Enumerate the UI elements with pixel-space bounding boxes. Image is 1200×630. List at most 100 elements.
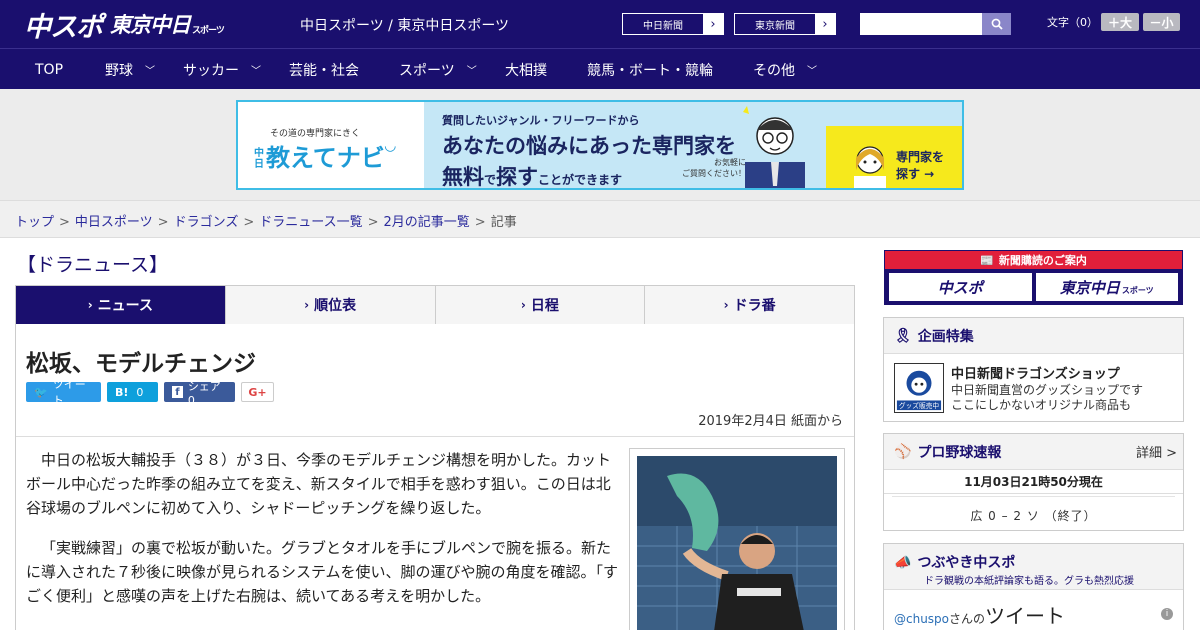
tweet-label: ツイート	[52, 378, 86, 407]
nav-item-racing[interactable]: 競馬・ボート・競輪	[587, 49, 713, 90]
ad-brand-small: 中日	[254, 148, 264, 170]
breadcrumb-separator: >	[59, 215, 70, 230]
nav-label: その他	[753, 62, 795, 79]
tweet-header: 📣 つぶやき中スポ ドラ観戦の本紙評論家も語る。グラも熱烈応援	[884, 544, 1183, 590]
breadcrumb-separator: >	[157, 215, 169, 230]
tab-standings[interactable]: › 順位表	[226, 286, 436, 324]
nav-item-entertainment[interactable]: 芸能・社会	[289, 49, 359, 90]
tab-label: ニュース	[97, 298, 153, 314]
ad-cta-line-2: 探す →	[896, 167, 935, 181]
shop-desc-line-2: ここにしかないオリジナル商品も	[951, 398, 1132, 412]
subscribe-tokyo-link[interactable]: 東京中日 スポーツ	[1035, 273, 1178, 301]
tweet-box: 📣 つぶやき中スポ ドラ観戦の本紙評論家も語る。グラも熱烈応援 @chuspoさん…	[883, 543, 1184, 630]
oshiete-navi-ad-banner[interactable]: その道の専門家にきく 中日教えてナビ◡ 質問したいジャンル・フリーワードから あ…	[236, 100, 964, 190]
tab-reporter[interactable]: › ドラ番	[645, 286, 854, 324]
article-paragraph: 「実戦練習」の裏で松坂が動いた。グラブとタオルを手にブルペンで腕を振る。新たに導…	[26, 539, 619, 605]
facebook-share-button[interactable]: f シェア 0	[164, 380, 235, 407]
breadcrumb-link[interactable]: トップ	[15, 215, 54, 230]
article-paragraph: 中日の松坂大輔投手（３８）が３日、今季のモデルチェンジ構想を明かした。カットボー…	[26, 451, 612, 517]
chevron-down-icon: ﹀	[251, 66, 261, 77]
tweet-feed-heading: @chuspoさんのツイート	[894, 600, 1065, 629]
tab-label: ドラ番	[733, 298, 776, 314]
baseball-icon: ⚾	[894, 443, 912, 460]
article-date: 2019年2月4日 紙面から	[698, 414, 843, 429]
font-size-increase-button[interactable]: ＋大	[1101, 13, 1139, 31]
share-buttons: 🐦 ツイート B! 0 f シェア 0 G+	[26, 378, 274, 407]
nav-item-top[interactable]: TOP	[35, 49, 63, 90]
nav-label: TOP	[35, 61, 64, 78]
article-photo[interactable]	[637, 456, 837, 630]
article-photo-frame	[629, 448, 845, 630]
subscribe-chuspo-link[interactable]: 中スポ	[889, 273, 1032, 301]
google-plus-button[interactable]: G+	[241, 382, 274, 402]
nav-item-sumo[interactable]: 大相撲	[505, 49, 547, 90]
subscription-title: 新聞購読のご案内	[998, 254, 1087, 267]
ad-copy-line-2: あなたの悩みにあった専門家を	[442, 134, 736, 158]
ad-brand: 中日教えてナビ◡	[254, 138, 396, 173]
facebook-label: シェア 0	[187, 379, 221, 407]
nav-item-sports[interactable]: スポーツ ﹀	[399, 49, 477, 90]
tab-schedule[interactable]: › 日程	[436, 286, 646, 324]
tokyo-logo-suffix: スポーツ	[192, 25, 225, 36]
nav-label: サッカー	[183, 62, 239, 79]
nav-item-baseball[interactable]: 野球 ﹀	[105, 49, 155, 90]
breadcrumb-link[interactable]: 中日スポーツ	[75, 215, 153, 230]
breadcrumb-link[interactable]: 2月の記事一覧	[384, 215, 470, 230]
ad-can: ことができます	[538, 173, 623, 187]
chevron-right-icon: ›	[520, 298, 526, 312]
article-title: 松坂、モデルチェンジ	[26, 351, 256, 377]
font-size-decrease-button[interactable]: －小	[1143, 13, 1180, 31]
speech-bubble-icon: ◡	[384, 138, 396, 154]
breadcrumb-link[interactable]: ドラゴンズ	[174, 215, 239, 230]
twitter-icon: 🐦	[34, 385, 48, 399]
nav-label: 野球	[105, 62, 133, 79]
tokyo-logo-text: 東京中日	[110, 13, 191, 37]
tab-label: 日程	[530, 298, 559, 314]
search-button[interactable]	[982, 13, 1011, 35]
article-divider	[16, 436, 854, 437]
subscribe-tokyo-suffix: スポーツ	[1121, 285, 1154, 295]
chunichi-newspaper-link[interactable]: 中日新聞 ›	[622, 13, 724, 35]
shop-title[interactable]: 中日新聞ドラゴンズショップ	[951, 363, 1120, 382]
dragons-shop-thumbnail[interactable]: グッズ販売中	[894, 363, 944, 413]
article: 松坂、モデルチェンジ 🐦 ツイート B! 0 f シェア 0 G+ 2019年2月4日…	[15, 324, 855, 630]
feature-box: 🎗 企画特集 グッズ販売中 中日新聞ドラゴンズショップ 中日新聞直営のグッズショッ…	[883, 317, 1184, 422]
ad-cta[interactable]: 専門家を 探す →	[826, 126, 962, 188]
chevron-right-icon: ›	[815, 14, 835, 34]
shop-description: 中日新聞直営のグッズショップです ここにしかないオリジナル商品も	[951, 383, 1143, 413]
site-title: 中日スポーツ / 東京中日スポーツ	[300, 18, 510, 34]
live-score-details-link[interactable]: 詳細 >	[1136, 442, 1177, 461]
tokyo-newspaper-link[interactable]: 東京新聞 ›	[734, 13, 836, 35]
breadcrumb-separator: >	[367, 215, 379, 230]
ad-free: 無料	[442, 165, 484, 189]
tab-news[interactable]: › ニュース	[16, 286, 226, 332]
chevron-down-icon: ﹀	[807, 66, 817, 77]
chevron-right-icon: ›	[87, 298, 93, 312]
megaphone-icon: 📣	[894, 555, 912, 571]
search-input[interactable]	[860, 13, 982, 35]
woman-illustration-icon	[854, 146, 886, 188]
chevron-right-icon: ›	[723, 298, 729, 312]
nav-label: 競馬・ボート・競輪	[587, 62, 713, 79]
tweet-title-row: 📣 つぶやき中スポ	[894, 552, 1015, 572]
twitter-handle-link[interactable]: @chuspo	[894, 612, 949, 626]
tweet-button[interactable]: 🐦 ツイート	[26, 378, 101, 407]
hatena-count: 0	[136, 385, 144, 399]
subscription-box[interactable]: 📰 新聞購読のご案内 中スポ 東京中日 スポーツ	[884, 250, 1183, 305]
hatena-bookmark-button[interactable]: B! 0	[107, 382, 158, 402]
tab-label: 順位表	[314, 298, 357, 314]
nav-item-other[interactable]: その他 ﹀	[753, 49, 817, 90]
ad-cta-text: 専門家を 探す →	[896, 148, 944, 182]
ad-search: 探す	[496, 165, 539, 189]
info-icon[interactable]: i	[1161, 608, 1173, 620]
chuspo-logo[interactable]: 中スポ	[24, 8, 103, 43]
tweet-subtitle: ドラ観戦の本紙評論家も語る。グラも熱烈応援	[924, 576, 1134, 587]
nav-item-soccer[interactable]: サッカー ﹀	[183, 49, 261, 90]
ad-cta-line-1: 専門家を	[896, 150, 945, 164]
nav-label: 大相撲	[505, 62, 547, 79]
breadcrumb-link[interactable]: ドラニュース一覧	[259, 215, 362, 230]
tokyo-chunichi-logo[interactable]: 東京中日 スポーツ	[110, 8, 225, 40]
search-icon	[991, 18, 1003, 30]
tweet-word: ツイート	[985, 604, 1066, 628]
score-result[interactable]: 広 0 – 2 ソ （終了）	[884, 507, 1183, 524]
